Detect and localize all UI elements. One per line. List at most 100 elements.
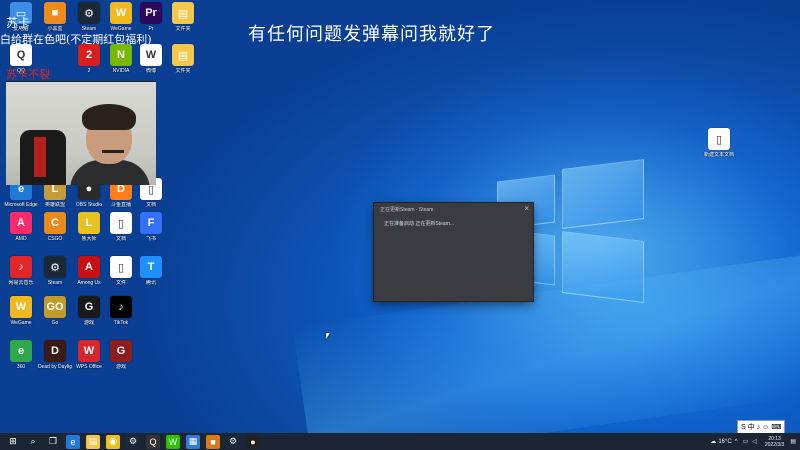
desktop-icon[interactable]: ⚙ Steam [38, 256, 72, 286]
ime-toolbar[interactable]: S 中 ♪ ☺ ⌨ [737, 420, 786, 434]
app-icon: G [78, 296, 100, 318]
desktop-icon[interactable]: 22 [72, 44, 106, 74]
desktop-icon[interactable]: W WPS Office [72, 340, 106, 370]
app-icon: C [44, 212, 66, 234]
close-icon[interactable]: × [524, 204, 529, 213]
steam-icon[interactable]: ⚙ [126, 434, 140, 449]
qq-icon[interactable]: Q [146, 434, 160, 449]
edge-icon[interactable]: e [66, 434, 80, 449]
desktop-icon[interactable]: W WeGame [104, 2, 138, 32]
taskbar-icons: ⊞ ⌕ ❐ e ▤ ◉ ⚙ Q W ▦ ■ ⚙ ● [0, 434, 260, 449]
desktop-icon[interactable]: W 微博 [134, 44, 168, 74]
desktop-icon-label: 文档 [115, 236, 126, 242]
windows-logo-pane [562, 230, 644, 304]
dialog-title: 正在更新Steam - Steam [380, 207, 434, 213]
app-icon: L [78, 212, 100, 234]
desktop-icon[interactable]: e 360 [4, 340, 38, 370]
desktop-icon[interactable]: ♪ TikTok [104, 296, 138, 326]
task-view-icon[interactable]: ❐ [46, 434, 60, 449]
steam-update-dialog[interactable]: 正在更新Steam - Steam × 正在准备启动 正在更新Steam... [374, 203, 533, 301]
overlay-name-text: 苏卡不裂 [6, 68, 50, 81]
system-tray: ☁ 16°C ^ ▭ ◁ 20:13 2022/3/3 ▤ [710, 433, 800, 450]
desktop-icon[interactable]: T 腾讯 [134, 256, 168, 286]
desktop[interactable]: ▭ 此电脑 ■ 小黑盒 ⚙ Steam W WeGame Pr Pr ▤ 文件夹 Q QQ 2 2 N NVIDI… [0, 0, 800, 433]
desktop-icon[interactable]: ▤ 文件夹 [166, 2, 200, 32]
desktop-icon[interactable]: G 游戏 [72, 296, 106, 326]
app-icon: F [140, 212, 162, 234]
desktop-icon[interactable]: ▯ 文档 [104, 212, 138, 242]
app-icon[interactable]: ◉ [106, 434, 120, 449]
start-icon[interactable]: ⊞ [6, 434, 20, 449]
desktop-icon-label: 飞书 [145, 236, 156, 242]
desktop-icon[interactable]: ■ 小黑盒 [38, 2, 72, 32]
desktop-icon[interactable]: C CSGO [38, 212, 72, 242]
desktop-icon[interactable]: GO Go [38, 296, 72, 326]
store-icon[interactable]: ▦ [186, 434, 200, 449]
desktop-icon-label: NVIDIA [112, 68, 130, 74]
desktop-icon[interactable]: A AMD [4, 212, 38, 242]
desktop-icon-label: 2 [87, 68, 91, 74]
desktop-icon[interactable]: ▯ 新建文本文档 [702, 128, 736, 158]
desktop-icon[interactable]: L 鲁大师 [72, 212, 106, 242]
overlay-group-text: 白给群在色吧(不定期红包福利) [0, 33, 152, 46]
desktop-icon[interactable]: ⚙ Steam [72, 2, 106, 32]
app-icon: W [78, 340, 100, 362]
app-icon: ▤ [172, 44, 194, 66]
desktop-icon-label: AMD [15, 236, 27, 242]
volume-icon[interactable]: ◁ [752, 438, 757, 445]
app2-icon[interactable]: ■ [206, 434, 220, 449]
desktop-icon[interactable]: G 游戏 [104, 340, 138, 370]
chevron-up-icon[interactable]: ^ [735, 439, 738, 445]
desktop-icon[interactable]: ▤ 文件夹 [166, 44, 200, 74]
obs-icon[interactable]: ● [246, 434, 260, 449]
notification-icon[interactable]: ▤ [790, 438, 796, 445]
network-icon[interactable]: ▭ [743, 438, 749, 445]
ime-item-icon[interactable]: ♪ [757, 424, 761, 431]
desktop-icon-label: TikTok [113, 320, 129, 326]
app-icon: ▤ [172, 2, 194, 24]
weather-icon[interactable]: ☁ [710, 438, 716, 445]
desktop-icon-label: 鲁大师 [81, 236, 97, 242]
app-icon: T [140, 256, 162, 278]
temperature[interactable]: 16°C [718, 439, 731, 445]
app-icon: D [44, 340, 66, 362]
desktop-icon-label: 斗鱼直播 [110, 202, 131, 208]
desktop-icon[interactable]: D Dead by Daylight [38, 340, 72, 370]
desktop-icon-label: 游戏 [115, 364, 126, 370]
desktop-icon-label: 文档 [145, 202, 156, 208]
desktop-icon[interactable]: Pr Pr [134, 2, 168, 32]
desktop-icon-label: CSGO [47, 236, 63, 242]
desktop-icon-label: Steam [47, 280, 63, 286]
desktop-icon-label: Go [51, 320, 59, 326]
desktop-icon-label: 网易云音乐 [8, 280, 34, 286]
desktop-icon[interactable]: A Among Us [72, 256, 106, 286]
ime-item-icon[interactable]: ⌨ [771, 423, 781, 431]
app-icon: ▯ [110, 256, 132, 278]
wechat-icon[interactable]: W [166, 434, 180, 449]
search-icon[interactable]: ⌕ [26, 434, 40, 449]
desktop-icon[interactable]: N NVIDIA [104, 44, 138, 74]
explorer-icon[interactable]: ▤ [86, 434, 100, 449]
ime-item-icon[interactable]: S [741, 424, 746, 431]
app-icon: ⚙ [78, 2, 100, 24]
app-icon: GO [44, 296, 66, 318]
app-icon: e [10, 340, 32, 362]
desktop-icon[interactable]: ▯ 文件 [104, 256, 138, 286]
desktop-icon-label: Dead by Daylight [38, 364, 72, 370]
mouse-cursor-icon [326, 333, 330, 339]
desktop-icon-label: 文件夹 [175, 68, 191, 74]
app-icon: W [140, 44, 162, 66]
app-icon: ▯ [708, 128, 730, 150]
clock[interactable]: 20:13 2022/3/3 [765, 436, 784, 448]
desktop-icon[interactable]: F 飞书 [134, 212, 168, 242]
windows-logo-pane [562, 158, 644, 230]
desktop-icon-label: 腾讯 [145, 280, 156, 286]
app-icon: N [110, 44, 132, 66]
ime-item-icon[interactable]: 中 [748, 422, 755, 432]
ime-item-icon[interactable]: ☺ [762, 424, 769, 431]
app-icon: ⚙ [44, 256, 66, 278]
desktop-icon[interactable]: W WeGame [4, 296, 38, 326]
desktop-icon-label: Microsoft Edge [4, 202, 38, 208]
steam2-icon[interactable]: ⚙ [226, 434, 240, 449]
desktop-icon[interactable]: ♪ 网易云音乐 [4, 256, 38, 286]
